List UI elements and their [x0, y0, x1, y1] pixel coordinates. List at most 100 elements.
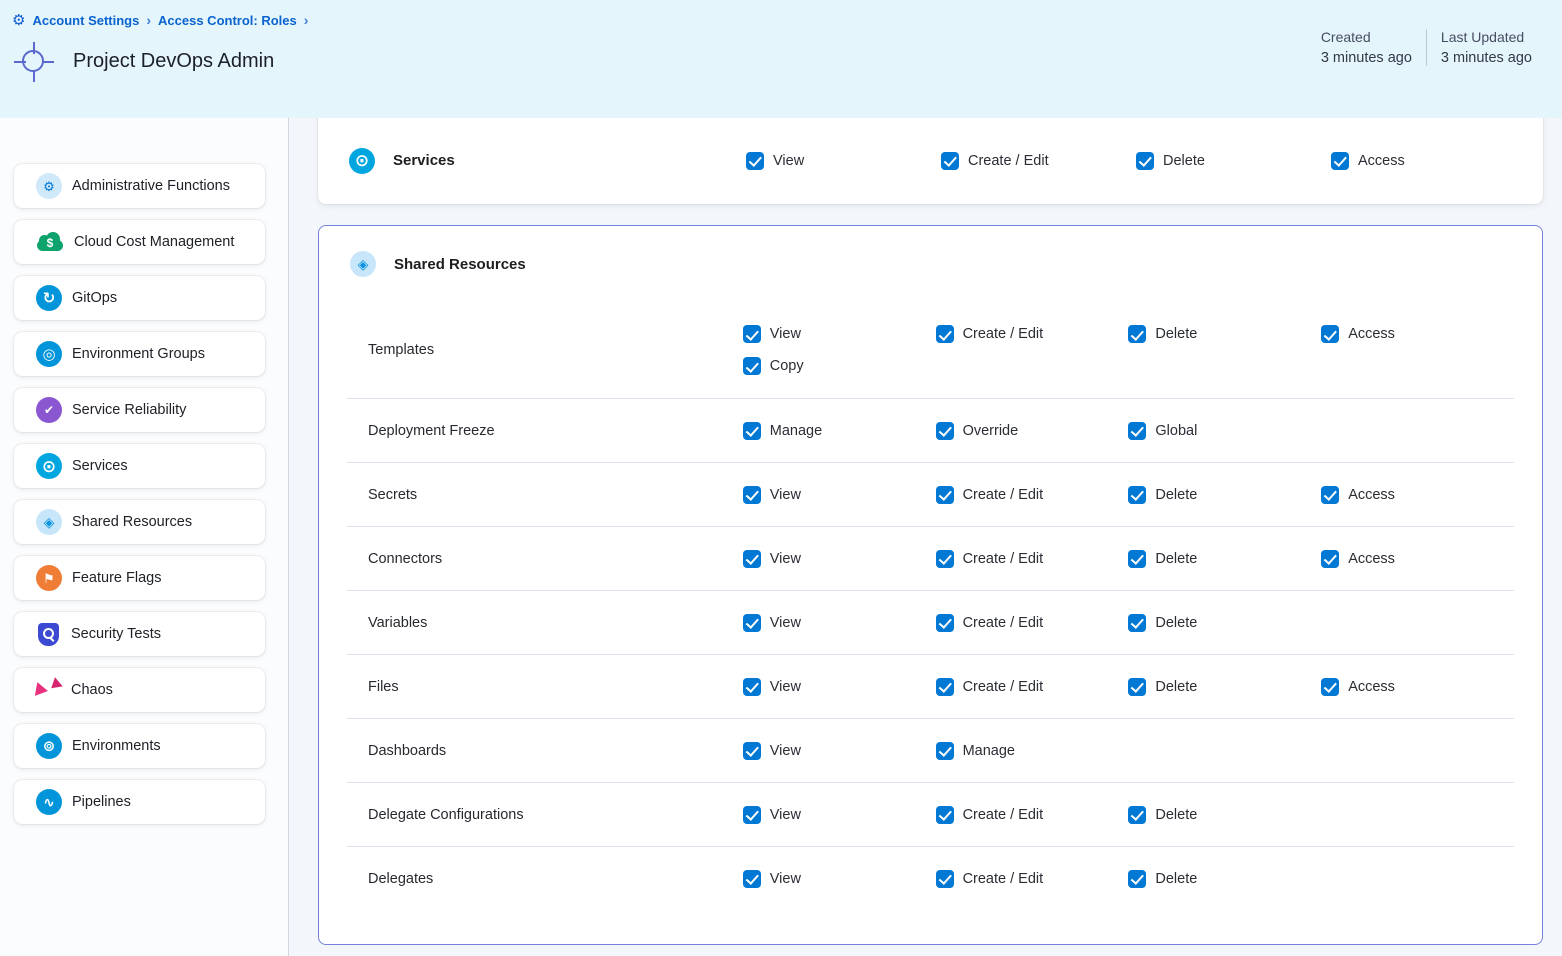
permission-cell: Create / Edit — [941, 149, 1136, 173]
permission-row-delegates: DelegatesViewCreate / EditDelete — [347, 846, 1514, 910]
chevron-right-icon: › — [146, 12, 151, 28]
checkbox-label: View — [770, 615, 801, 631]
checkbox-delete[interactable] — [1128, 550, 1146, 568]
role-target-icon — [14, 42, 54, 82]
sidebar-item-service-reliability[interactable]: ✔Service Reliability — [14, 388, 265, 432]
resource-label: Connectors — [347, 551, 743, 567]
sidebar-item-environment-groups[interactable]: ◎Environment Groups — [14, 332, 265, 376]
checkbox-view[interactable] — [743, 870, 761, 888]
checkbox-label: Delete — [1155, 551, 1197, 567]
shared-resources-permission-table: TemplatesViewCopyCreate / EditDeleteAcce… — [347, 302, 1514, 910]
role-meta: Created 3 minutes ago Last Updated 3 min… — [1307, 29, 1546, 66]
sidebar-item-feature-flags[interactable]: ⚑Feature Flags — [14, 556, 265, 600]
breadcrumb: ⚙ Account Settings › Access Control: Rol… — [12, 12, 1546, 28]
checkbox-view[interactable] — [743, 678, 761, 696]
checkbox-view[interactable] — [743, 742, 761, 760]
breadcrumb-account-settings[interactable]: Account Settings — [32, 13, 139, 28]
checkbox-label: Access — [1348, 679, 1395, 695]
services-permission-row: ⊙ Services ViewCreate / EditDeleteAccess — [318, 118, 1543, 203]
checkbox-label: Access — [1358, 153, 1405, 169]
checkbox-view[interactable] — [743, 486, 761, 504]
sidebar-item-label: Environment Groups — [72, 346, 205, 362]
gitops-icon: ↻ — [36, 285, 62, 311]
checkbox-view[interactable] — [743, 806, 761, 824]
permission-manage: Manage — [936, 739, 1129, 763]
checkbox-global[interactable] — [1128, 422, 1146, 440]
checkbox-delete[interactable] — [1128, 486, 1146, 504]
page-header: ⚙ Account Settings › Access Control: Rol… — [0, 0, 1562, 118]
sidebar-item-cloud-cost-management[interactable]: $Cloud Cost Management — [14, 220, 265, 264]
sidebar-item-environments[interactable]: ⊚Environments — [14, 724, 265, 768]
permission-view: View — [743, 739, 936, 763]
permission-create-edit: Create / Edit — [936, 867, 1129, 891]
checkbox-create-edit[interactable] — [936, 550, 954, 568]
checkbox-view[interactable] — [743, 325, 761, 343]
resource-label: Files — [347, 679, 743, 695]
permission-view: View — [743, 547, 936, 571]
resource-label: Dashboards — [347, 743, 743, 759]
shared-resources-title: Shared Resources — [394, 256, 526, 273]
checkbox-access[interactable] — [1321, 486, 1339, 504]
permission-cell: View — [743, 483, 936, 507]
sidebar-item-administrative-functions[interactable]: ⚙Administrative Functions — [14, 164, 265, 208]
checkbox-delete[interactable] — [1128, 806, 1146, 824]
resource-label: Secrets — [347, 487, 743, 503]
sidebar-item-security-tests[interactable]: Security Tests — [14, 612, 265, 656]
checkbox-label: View — [770, 326, 801, 342]
permission-cell: View — [743, 867, 936, 891]
resource-category-sidebar: ⚙Administrative Functions $Cloud Cost Man… — [0, 118, 289, 956]
checkbox-access[interactable] — [1321, 325, 1339, 343]
breadcrumb-access-control-roles[interactable]: Access Control: Roles — [158, 13, 297, 28]
sidebar-item-gitops[interactable]: ↻GitOps — [14, 276, 265, 320]
permission-create-edit: Create / Edit — [936, 322, 1129, 346]
permission-cell: View — [743, 547, 936, 571]
checkbox-access[interactable] — [1321, 550, 1339, 568]
permission-row-dashboards: DashboardsViewManage — [347, 718, 1514, 782]
last-updated-value: 3 minutes ago — [1441, 50, 1532, 66]
checkbox-label: Override — [963, 423, 1019, 439]
checkbox-delete[interactable] — [1128, 678, 1146, 696]
checkbox-create-edit[interactable] — [936, 678, 954, 696]
checkbox-view[interactable] — [743, 550, 761, 568]
checkbox-delete[interactable] — [1128, 870, 1146, 888]
checkbox-label: Delete — [1163, 153, 1205, 169]
checkbox-label: Global — [1155, 423, 1197, 439]
sidebar-item-shared-resources[interactable]: ◈Shared Resources — [14, 500, 265, 544]
checkbox-create-edit[interactable] — [936, 325, 954, 343]
checkbox-label: View — [770, 871, 801, 887]
sidebar-item-label: Services — [72, 458, 128, 474]
feature-flags-icon: ⚑ — [36, 565, 62, 591]
checkbox-view[interactable] — [743, 614, 761, 632]
permission-cell: Override — [936, 419, 1129, 443]
permission-create-edit: Create / Edit — [936, 611, 1129, 635]
checkbox-create-edit[interactable] — [936, 486, 954, 504]
checkbox-view[interactable] — [746, 152, 764, 170]
checkbox-access[interactable] — [1331, 152, 1349, 170]
permission-access: Access — [1321, 675, 1514, 699]
checkbox-label: Copy — [770, 358, 804, 374]
checkbox-copy[interactable] — [743, 357, 761, 375]
checkbox-create-edit[interactable] — [941, 152, 959, 170]
permission-row-variables: VariablesViewCreate / EditDelete — [347, 590, 1514, 654]
permission-view: View — [743, 803, 936, 827]
checkbox-access[interactable] — [1321, 678, 1339, 696]
sidebar-item-chaos[interactable]: Chaos — [14, 668, 265, 712]
gear-icon: ⚙ — [12, 13, 25, 28]
sidebar-item-services[interactable]: ⊙Services — [14, 444, 265, 488]
permission-manage: Manage — [743, 419, 936, 443]
checkbox-label: Access — [1348, 326, 1395, 342]
checkbox-manage[interactable] — [743, 422, 761, 440]
checkbox-delete[interactable] — [1128, 614, 1146, 632]
checkbox-create-edit[interactable] — [936, 614, 954, 632]
checkbox-manage[interactable] — [936, 742, 954, 760]
checkbox-create-edit[interactable] — [936, 806, 954, 824]
checkbox-delete[interactable] — [1136, 152, 1154, 170]
permission-cell: Access — [1321, 483, 1514, 507]
permission-cell: Delete — [1128, 611, 1321, 635]
services-section-title: Services — [393, 152, 455, 169]
checkbox-delete[interactable] — [1128, 325, 1146, 343]
checkbox-override[interactable] — [936, 422, 954, 440]
permission-cell: Access — [1331, 149, 1526, 173]
sidebar-item-pipelines[interactable]: ∿Pipelines — [14, 780, 265, 824]
checkbox-create-edit[interactable] — [936, 870, 954, 888]
